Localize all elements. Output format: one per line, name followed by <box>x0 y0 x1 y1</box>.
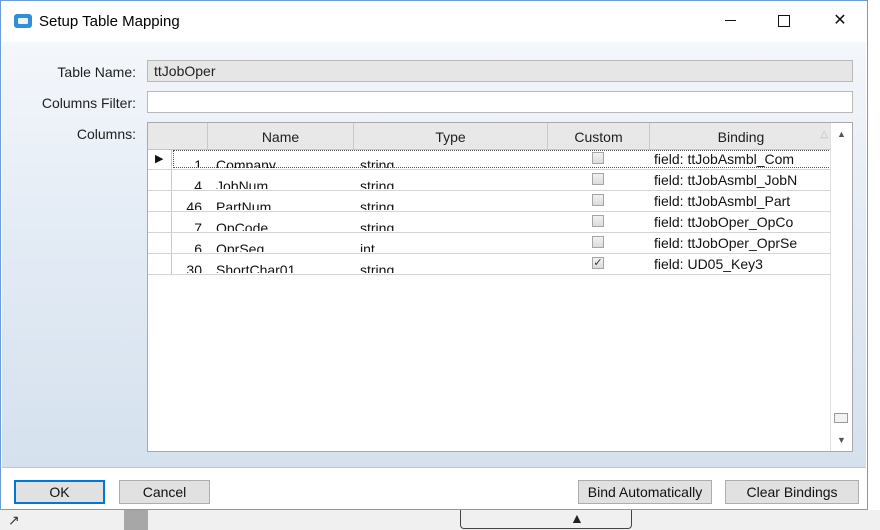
cancel-button[interactable]: Cancel <box>119 480 210 504</box>
table-row[interactable]: 30 ShortChar01 string ✓ field: UD05_Key3 <box>148 254 832 275</box>
background-shape <box>460 510 632 529</box>
grid-header: Name Type Custom Binding △ <box>148 123 832 150</box>
table-row[interactable]: 46 PartNum string field: ttJobAsmbl_Part <box>148 191 832 212</box>
row-selector[interactable] <box>148 254 172 274</box>
row-name: JobNum <box>216 178 269 189</box>
custom-checkbox[interactable] <box>592 152 604 164</box>
row-custom <box>548 170 650 190</box>
row-binding[interactable]: field: ttJobAsmbl_Part <box>652 191 830 211</box>
row-name: OpCode <box>216 220 269 231</box>
maximize-icon <box>778 14 790 27</box>
minimize-button[interactable] <box>707 3 753 39</box>
row-binding[interactable]: field: ttJobOper_OpCo <box>652 212 830 232</box>
custom-checkbox[interactable] <box>592 194 604 206</box>
connector-arrow-icon: ↗ <box>8 512 20 528</box>
bind-automatically-button[interactable]: Bind Automatically <box>578 480 712 504</box>
sort-icon: △ <box>820 129 828 140</box>
maximize-button[interactable] <box>761 3 807 39</box>
column-header-binding[interactable]: Binding △ <box>650 123 832 149</box>
column-header-name[interactable]: Name <box>208 123 354 149</box>
row-selector[interactable] <box>148 191 172 211</box>
row-selector[interactable] <box>148 170 172 190</box>
setup-table-mapping-dialog: Setup Table Mapping ✕ Table Name: ttJobO… <box>0 0 868 510</box>
close-icon: ✕ <box>833 12 847 29</box>
custom-checkbox[interactable] <box>592 236 604 248</box>
row-type: string <box>360 157 395 168</box>
row-order: 46 <box>186 199 202 210</box>
row-order: 7 <box>194 220 202 231</box>
app-window-icon <box>14 14 32 28</box>
vertical-scrollbar[interactable]: ▲ ▼ <box>830 123 852 451</box>
custom-checkbox[interactable] <box>592 173 604 185</box>
columns-grid[interactable]: Name Type Custom Binding △ ▶ 1 Company s… <box>147 122 853 452</box>
row-selector[interactable] <box>148 233 172 253</box>
column-header-binding-label: Binding <box>717 129 765 145</box>
ok-button[interactable]: OK <box>14 480 105 504</box>
minimize-icon <box>724 20 736 22</box>
row-custom <box>548 191 650 211</box>
background-bar <box>124 510 148 530</box>
row-type: string <box>360 220 395 231</box>
row-type: string <box>360 199 395 210</box>
clear-bindings-button[interactable]: Clear Bindings <box>725 480 859 504</box>
table-row[interactable]: 6 OprSeq int field: ttJobOper_OprSe <box>148 233 832 254</box>
scroll-down-icon[interactable]: ▼ <box>831 431 852 449</box>
row-name: ShortChar01 <box>216 262 296 273</box>
row-name: OprSeq <box>216 241 265 252</box>
table-row[interactable]: 4 JobNum string field: ttJobAsmbl_JobN <box>148 170 832 191</box>
dialog-body: Table Name: ttJobOper Columns Filter: Co… <box>2 42 866 468</box>
columns-filter-input[interactable] <box>147 91 853 113</box>
row-selector[interactable] <box>148 212 172 232</box>
column-header-type[interactable]: Type <box>354 123 548 149</box>
row-custom <box>548 149 650 169</box>
triangle-icon: ▲ <box>570 510 584 526</box>
row-custom: ✓ <box>548 254 650 274</box>
row-order: 6 <box>194 241 202 252</box>
row-order: 4 <box>194 178 202 189</box>
row-type: string <box>360 178 395 189</box>
table-name-label: Table Name: <box>57 64 136 80</box>
window-title: Setup Table Mapping <box>39 13 180 30</box>
scroll-up-icon[interactable]: ▲ <box>831 125 852 143</box>
table-row[interactable]: ▶ 1 Company string field: ttJobAsmbl_Com <box>148 149 832 170</box>
row-custom <box>548 233 650 253</box>
row-binding[interactable]: field: UD05_Key3 <box>652 254 830 274</box>
custom-checkbox[interactable]: ✓ <box>592 257 604 269</box>
column-header-custom[interactable]: Custom <box>548 123 650 149</box>
columns-filter-label: Columns Filter: <box>41 95 136 111</box>
desktop-background: ↗ ▲ <box>0 510 880 530</box>
table-row[interactable]: 7 OpCode string field: ttJobOper_OpCo <box>148 212 832 233</box>
row-binding[interactable]: field: ttJobAsmbl_JobN <box>652 170 830 190</box>
row-order: 30 <box>186 262 202 273</box>
row-binding[interactable]: field: ttJobAsmbl_Com <box>652 149 830 169</box>
row-type: int <box>360 241 375 252</box>
close-button[interactable]: ✕ <box>817 3 863 39</box>
row-binding[interactable]: field: ttJobOper_OprSe <box>652 233 830 253</box>
row-order: 1 <box>194 157 202 168</box>
row-selector[interactable]: ▶ <box>148 149 172 169</box>
row-type: string <box>360 262 395 273</box>
custom-checkbox[interactable] <box>592 215 604 227</box>
title-bar[interactable]: Setup Table Mapping ✕ <box>1 1 867 41</box>
row-name: PartNum <box>216 199 272 210</box>
table-name-field[interactable]: ttJobOper <box>147 60 853 82</box>
row-selector-header[interactable] <box>148 123 208 149</box>
columns-label: Columns: <box>76 126 136 142</box>
row-name: Company <box>216 157 276 168</box>
row-custom <box>548 212 650 232</box>
current-row-icon: ▶ <box>155 153 164 165</box>
scroll-thumb[interactable] <box>834 413 848 423</box>
